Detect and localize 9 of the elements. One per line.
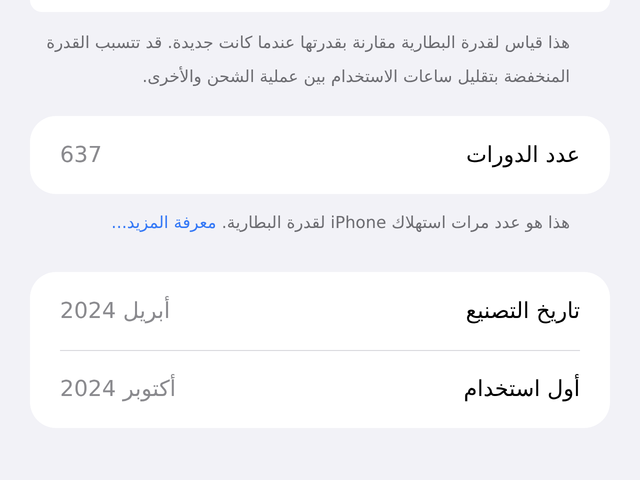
row-label: أول استخدام bbox=[464, 376, 580, 402]
row-value: أبريل 2024 bbox=[60, 298, 170, 324]
row-label: عدد الدورات bbox=[466, 142, 580, 168]
row-label: تاريخ التصنيع bbox=[466, 298, 580, 324]
footnote-text: هذا قياس لقدرة البطارية مقارنة بقدرتها عندما كانت جديدة. قد تتسبب القدرة المنخفضة بتقليل ساعات الاستخدام بين عملية الشحن والأخرى. bbox=[45, 32, 570, 88]
learn-more-link[interactable]: معرفة المزيد... bbox=[111, 213, 216, 232]
footnote-text: هذا هو عدد مرات استهلاك iPhone لقدرة البطارية. معرفة المزيد... bbox=[110, 212, 570, 234]
row-value: 637 bbox=[60, 142, 102, 168]
row-value: أكتوبر 2024 bbox=[60, 376, 176, 402]
